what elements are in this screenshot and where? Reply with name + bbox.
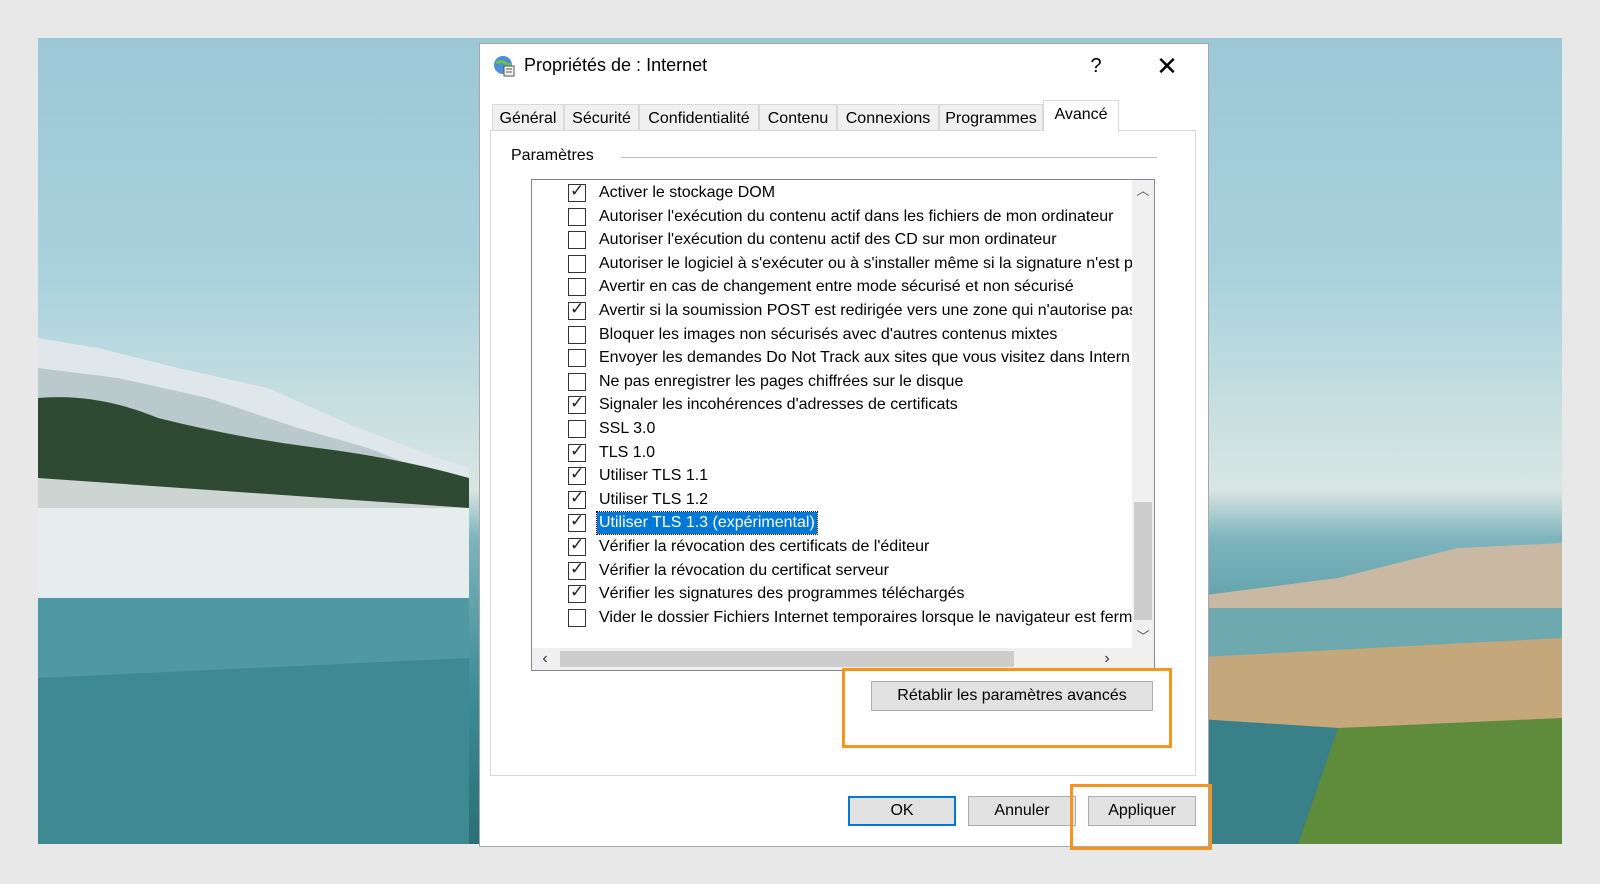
setting-item[interactable]: Bloquer les images non sécurisés avec d'… [568, 324, 1132, 348]
setting-label: Signaler les incohérences d'adresses de … [599, 396, 958, 414]
setting-label: Activer le stockage DOM [599, 184, 776, 201]
setting-checkbox[interactable]: ✓ [568, 558, 586, 580]
window-title: Propriétés de : Internet [524, 55, 708, 75]
close-icon: ✕ [1156, 51, 1178, 81]
setting-label: TLS 1.0 [599, 443, 656, 461]
setting-label: Vérifier la révocation du certificat ser… [599, 561, 889, 579]
setting-item[interactable]: ✓ Signaler les incohérences d'adresses de… [568, 393, 1132, 418]
tab-privacy[interactable]: Confidentialité [639, 104, 759, 131]
setting-item[interactable]: ✓ Activer le stockage DOM [568, 181, 1132, 206]
setting-item[interactable]: Autoriser l'exécution du contenu actif d… [568, 206, 1132, 230]
horizontal-scroll-thumb[interactable] [560, 651, 1014, 667]
tab-connections[interactable]: Connexions [837, 104, 939, 131]
tab-security[interactable]: Sécurité [564, 104, 639, 131]
setting-label: Envoyer les demandes Do Not Track aux si… [599, 349, 1130, 367]
checkmark-icon: ✓ [570, 535, 585, 554]
setting-item[interactable]: SSL 3.0 [568, 418, 1132, 442]
setting-item[interactable]: ✓ Utiliser TLS 1.3 (expérimental) [568, 511, 1132, 536]
setting-checkbox[interactable] [568, 231, 586, 250]
help-button[interactable]: ? [1076, 50, 1116, 82]
setting-checkbox[interactable]: ✓ [568, 393, 586, 415]
setting-checkbox[interactable] [568, 325, 586, 344]
setting-label: Bloquer les images non sécurisés avec d'… [599, 325, 1058, 343]
reset-button-highlight [842, 668, 1172, 748]
setting-checkbox[interactable]: ✓ [568, 511, 586, 533]
setting-label: Vérifier la révocation des certificats d… [599, 538, 930, 555]
setting-label: Autoriser l'exécution du contenu actif d… [599, 207, 1114, 225]
setting-checkbox[interactable] [568, 254, 586, 273]
setting-checkbox[interactable] [568, 349, 586, 368]
scroll-up-icon[interactable]: ︿ [1132, 180, 1154, 202]
scroll-down-icon[interactable]: ﹀ [1132, 626, 1154, 648]
setting-checkbox[interactable]: ✓ [568, 464, 586, 486]
setting-label: Autoriser l'exécution du contenu actif d… [599, 231, 1057, 249]
title-bar[interactable]: Propriétés de : Internet ? ✕ [480, 44, 1208, 88]
setting-label: Avertir en cas de changement entre mode … [599, 278, 1074, 296]
apply-button-highlight [1070, 784, 1212, 850]
setting-item[interactable]: ✓ TLS 1.0 [568, 440, 1132, 466]
checkmark-icon: ✓ [570, 464, 585, 484]
setting-label: Avertir si la soumission POST est rediri… [599, 302, 1132, 319]
setting-checkbox[interactable] [568, 278, 586, 297]
internet-options-icon [494, 56, 515, 77]
checkmark-icon: ✓ [570, 582, 585, 602]
group-divider [621, 157, 1157, 158]
setting-item[interactable]: ✓ Utiliser TLS 1.2 [568, 487, 1132, 513]
scroll-left-icon[interactable]: ‹ [534, 648, 556, 670]
setting-checkbox[interactable]: ✓ [568, 487, 586, 509]
setting-checkbox[interactable]: ✓ [568, 440, 586, 462]
setting-checkbox[interactable]: ✓ [568, 535, 586, 556]
tab-general[interactable]: Général [492, 104, 564, 131]
setting-item[interactable]: ✓ Vérifier la révocation des certificats … [568, 535, 1132, 560]
tab-programs[interactable]: Programmes [939, 104, 1043, 131]
setting-item[interactable]: ✓ Vérifier les signatures des programmes … [568, 582, 1132, 607]
setting-checkbox[interactable]: ✓ [568, 299, 586, 320]
horizontal-scrollbar[interactable]: ‹ › [532, 648, 1154, 670]
setting-label: Vider le dossier Fichiers Internet tempo… [599, 608, 1132, 626]
setting-item[interactable]: Ne pas enregistrer les pages chiffrées s… [568, 371, 1132, 395]
setting-item[interactable]: Vider le dossier Fichiers Internet tempo… [568, 607, 1132, 631]
setting-checkbox[interactable] [568, 608, 586, 627]
setting-label: Vérifier les signatures des programmes t… [599, 585, 965, 603]
tab-content[interactable]: Contenu [759, 104, 837, 131]
ok-button[interactable]: OK [848, 796, 956, 826]
vertical-scroll-thumb[interactable] [1134, 502, 1152, 620]
setting-label: SSL 3.0 [599, 420, 656, 437]
checkmark-icon: ✓ [570, 440, 585, 460]
setting-item[interactable]: Avertir en cas de changement entre mode … [568, 276, 1132, 300]
checkmark-icon: ✓ [570, 181, 585, 200]
setting-item[interactable]: ✓ Avertir si la soumission POST est redir… [568, 299, 1132, 324]
checkmark-icon: ✓ [570, 299, 585, 318]
settings-list-items: ✓ Activer le stockage DOM Autoriser l'exéc… [532, 180, 1132, 648]
setting-checkbox[interactable]: ✓ [568, 582, 586, 604]
cancel-button[interactable]: Annuler [968, 796, 1076, 826]
checkmark-icon: ✓ [570, 393, 585, 413]
setting-checkbox[interactable] [568, 207, 586, 226]
setting-checkbox[interactable]: ✓ [568, 181, 586, 202]
setting-item[interactable]: ✓ Utiliser TLS 1.1 [568, 464, 1132, 489]
checkmark-icon: ✓ [570, 511, 585, 531]
settings-group-label: Paramètres [511, 147, 600, 165]
vertical-scrollbar[interactable]: ︿ ﹀ [1132, 180, 1154, 648]
setting-checkbox[interactable] [568, 372, 586, 391]
settings-list[interactable]: ✓ Activer le stockage DOM Autoriser l'exéc… [531, 179, 1155, 671]
setting-item[interactable]: Autoriser le logiciel à s'exécuter ou à … [568, 253, 1132, 277]
setting-label: Utiliser TLS 1.3 (expérimental) [596, 511, 818, 536]
checkmark-icon: ✓ [570, 558, 585, 578]
checkmark-icon: ✓ [570, 487, 585, 507]
setting-checkbox[interactable] [568, 420, 586, 438]
setting-item[interactable]: ✓ Vérifier la révocation du certificat se… [568, 558, 1132, 584]
setting-label: Utiliser TLS 1.2 [599, 490, 709, 508]
tab-advanced[interactable]: Avancé [1043, 100, 1119, 132]
scroll-right-icon[interactable]: › [1096, 648, 1118, 670]
close-button[interactable]: ✕ [1140, 50, 1194, 82]
setting-label: Ne pas enregistrer les pages chiffrées s… [599, 372, 964, 390]
setting-item[interactable]: Envoyer les demandes Do Not Track aux si… [568, 347, 1132, 371]
setting-label: Utiliser TLS 1.1 [599, 467, 709, 485]
setting-label: Autoriser le logiciel à s'exécuter ou à … [599, 254, 1132, 272]
setting-item[interactable]: Autoriser l'exécution du contenu actif d… [568, 229, 1132, 253]
